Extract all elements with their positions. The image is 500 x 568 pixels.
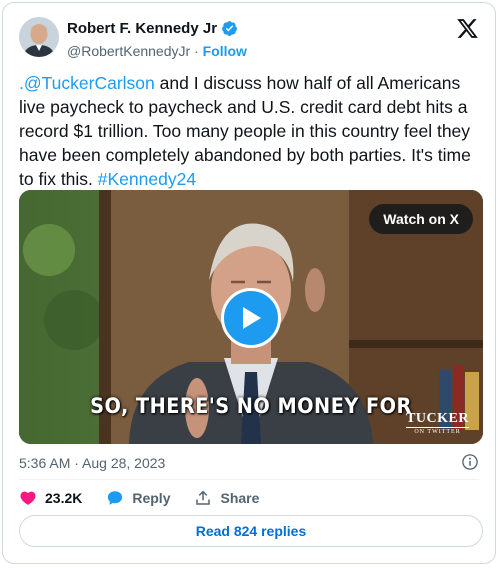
tucker-watermark: TUCKER ON TWITTER	[406, 412, 469, 435]
avatar[interactable]	[19, 17, 59, 57]
hashtag-link[interactable]: #Kennedy24	[98, 169, 196, 189]
author-handle[interactable]: @RobertKennedyJr	[67, 43, 190, 59]
reply-button[interactable]: Reply	[106, 489, 170, 507]
watermark-main: TUCKER	[406, 411, 469, 426]
avatar-photo	[19, 17, 59, 57]
author-name[interactable]: Robert F. Kennedy Jr	[67, 20, 217, 37]
like-count: 23.2K	[45, 490, 83, 506]
video-player[interactable]: Watch on X SO, THERE'S NO MONEY FOR TUCK…	[19, 190, 483, 444]
follow-button[interactable]: Follow	[203, 43, 247, 59]
tweet-actions: 23.2K Reply Share	[19, 489, 283, 507]
author-handle-row: @RobertKennedyJr · Follow	[67, 43, 247, 59]
tweet-card: Robert F. Kennedy Jr @RobertKennedyJr · …	[2, 2, 496, 564]
share-label: Share	[220, 490, 260, 506]
reply-bubble-icon	[108, 491, 123, 505]
like-button[interactable]: 23.2K	[19, 489, 82, 507]
author-name-row: Robert F. Kennedy Jr	[67, 20, 238, 37]
divider	[19, 479, 479, 480]
tweet-text: .@TuckerCarlson and I discuss how half o…	[19, 71, 483, 191]
play-button[interactable]	[221, 288, 281, 348]
info-icon[interactable]	[461, 453, 479, 471]
heart-icon	[20, 491, 36, 505]
video-caption: SO, THERE'S NO MONEY FOR	[90, 394, 412, 418]
reply-label: Reply	[132, 490, 171, 506]
watermark-sub: ON TWITTER	[406, 427, 469, 435]
share-button[interactable]: Share	[194, 489, 259, 507]
separator-dot: ·	[194, 43, 199, 59]
tweet-timestamp[interactable]: 5:36 AM · Aug 28, 2023	[19, 455, 165, 471]
x-logo-icon[interactable]	[456, 17, 479, 40]
mention-link[interactable]: .@TuckerCarlson	[19, 73, 155, 93]
verified-badge-icon	[222, 21, 237, 36]
read-replies-button[interactable]: Read 824 replies	[19, 515, 483, 547]
play-icon	[243, 307, 261, 329]
watch-on-x-button[interactable]: Watch on X	[369, 204, 473, 234]
share-upload-icon	[196, 490, 211, 505]
